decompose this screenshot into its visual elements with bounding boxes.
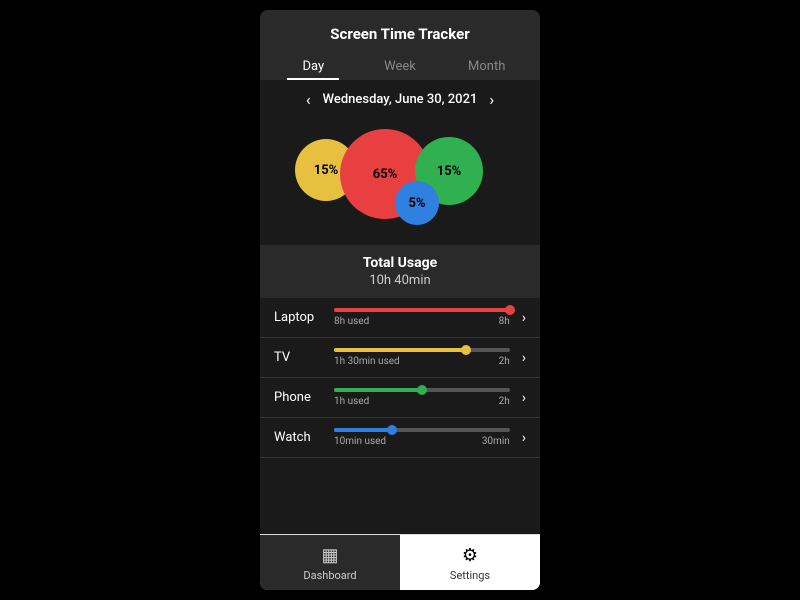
tab-bar: Day Week Month: [260, 51, 540, 80]
phone-container: Screen Time Tracker Day Week Month ‹ Wed…: [260, 10, 540, 590]
device-info: 8h used 8h: [334, 308, 510, 327]
device-chevron-icon[interactable]: ›: [522, 350, 526, 366]
current-date: Wednesday, June 30, 2021: [323, 92, 478, 107]
dashboard-icon: ▦: [321, 545, 338, 566]
total-usage-value: 10h 40min: [270, 273, 530, 288]
device-info: 1h 30min used 2h: [334, 348, 510, 367]
device-item-tv[interactable]: TV 1h 30min used 2h ›: [260, 338, 540, 378]
nav-dashboard[interactable]: ▦ Dashboard: [260, 535, 400, 590]
device-bar-fill: [334, 308, 510, 312]
device-bar-dot: [417, 385, 427, 395]
device-used-text: 1h 30min used: [334, 356, 400, 367]
device-chevron-icon[interactable]: ›: [522, 390, 526, 406]
device-name: Watch: [274, 430, 326, 445]
device-meta: 1h 30min used 2h: [334, 356, 510, 367]
device-limit-text: 30min: [482, 436, 510, 447]
device-bar-fill: [334, 428, 392, 432]
header: Screen Time Tracker: [260, 10, 540, 51]
device-used-text: 8h used: [334, 316, 369, 327]
device-item-phone[interactable]: Phone 1h used 2h ›: [260, 378, 540, 418]
total-usage-panel: Total Usage 10h 40min: [260, 245, 540, 298]
device-bar-track: [334, 308, 510, 312]
device-meta: 1h used 2h: [334, 396, 510, 407]
device-meta: 10min used 30min: [334, 436, 510, 447]
nav-settings[interactable]: ⚙ Settings: [400, 535, 540, 590]
settings-icon: ⚙: [462, 545, 478, 566]
device-name: Phone: [274, 390, 326, 405]
device-bar-dot: [387, 425, 397, 435]
settings-label: Settings: [450, 569, 490, 582]
device-name: TV: [274, 350, 326, 365]
app-title: Screen Time Tracker: [330, 25, 469, 43]
device-chevron-icon[interactable]: ›: [522, 430, 526, 446]
tab-month[interactable]: Month: [443, 51, 530, 80]
device-used-text: 10min used: [334, 436, 386, 447]
bubble-chart: 15% 65% 15% 5%: [260, 119, 540, 245]
device-bar-dot: [461, 345, 471, 355]
device-bar-fill: [334, 388, 422, 392]
bubble-blue: 5%: [395, 181, 439, 225]
device-item-watch[interactable]: Watch 10min used 30min ›: [260, 418, 540, 458]
tab-day[interactable]: Day: [270, 51, 357, 80]
device-bar-track: [334, 348, 510, 352]
device-info: 1h used 2h: [334, 388, 510, 407]
prev-date-button[interactable]: ‹: [306, 90, 311, 109]
device-bar-track: [334, 388, 510, 392]
dashboard-label: Dashboard: [303, 569, 356, 582]
device-name: Laptop: [274, 310, 326, 325]
device-item-laptop[interactable]: Laptop 8h used 8h ›: [260, 298, 540, 338]
tab-week[interactable]: Week: [357, 51, 444, 80]
total-usage-label: Total Usage: [270, 255, 530, 271]
device-limit-text: 2h: [499, 356, 510, 367]
device-bar-fill: [334, 348, 466, 352]
device-meta: 8h used 8h: [334, 316, 510, 327]
next-date-button[interactable]: ›: [489, 90, 494, 109]
device-chevron-icon[interactable]: ›: [522, 310, 526, 326]
device-bar-dot: [505, 305, 515, 315]
device-limit-text: 2h: [499, 396, 510, 407]
bubble-container: 15% 65% 15% 5%: [285, 129, 515, 229]
date-navigation: ‹ Wednesday, June 30, 2021 ›: [260, 80, 540, 119]
device-limit-text: 8h: [499, 316, 510, 327]
device-used-text: 1h used: [334, 396, 369, 407]
device-bar-track: [334, 428, 510, 432]
device-list: Laptop 8h used 8h › TV 1h: [260, 298, 540, 534]
bottom-nav: ▦ Dashboard ⚙ Settings: [260, 534, 540, 590]
device-info: 10min used 30min: [334, 428, 510, 447]
